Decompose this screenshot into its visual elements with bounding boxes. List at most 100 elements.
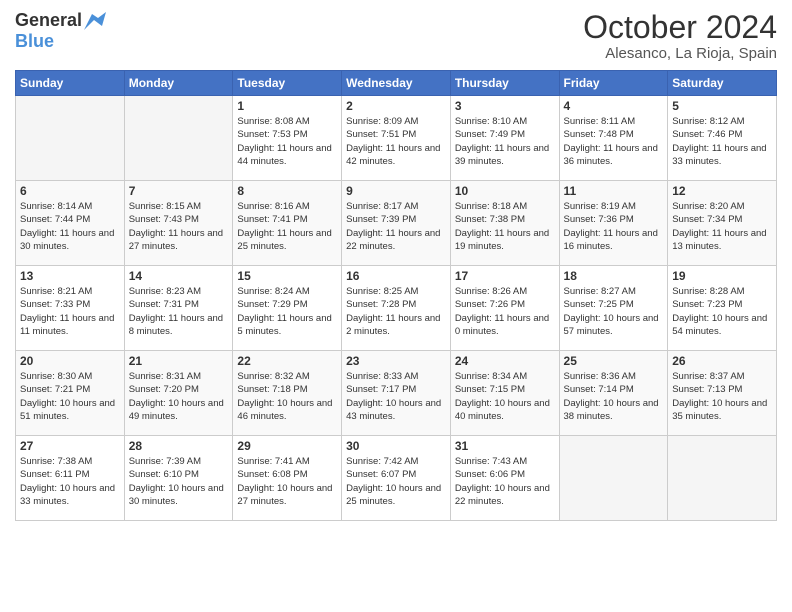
day-info: Sunrise: 8:09 AM Sunset: 7:51 PM Dayligh…	[346, 115, 446, 168]
calendar-cell: 12 Sunrise: 8:20 AM Sunset: 7:34 PM Dayli…	[668, 181, 777, 266]
day-info: Sunrise: 8:30 AM Sunset: 7:21 PM Dayligh…	[20, 370, 120, 423]
day-info: Sunrise: 7:39 AM Sunset: 6:10 PM Dayligh…	[129, 455, 229, 508]
day-number: 20	[20, 354, 120, 368]
calendar-cell: 20 Sunrise: 8:30 AM Sunset: 7:21 PM Dayli…	[16, 351, 125, 436]
col-monday: Monday	[124, 71, 233, 96]
day-info: Sunrise: 7:38 AM Sunset: 6:11 PM Dayligh…	[20, 455, 120, 508]
day-number: 29	[237, 439, 337, 453]
day-info: Sunrise: 8:10 AM Sunset: 7:49 PM Dayligh…	[455, 115, 555, 168]
day-info: Sunrise: 8:19 AM Sunset: 7:36 PM Dayligh…	[564, 200, 664, 253]
day-number: 31	[455, 439, 555, 453]
day-info: Sunrise: 7:43 AM Sunset: 6:06 PM Dayligh…	[455, 455, 555, 508]
day-number: 22	[237, 354, 337, 368]
day-info: Sunrise: 7:42 AM Sunset: 6:07 PM Dayligh…	[346, 455, 446, 508]
calendar-week-5: 27 Sunrise: 7:38 AM Sunset: 6:11 PM Dayli…	[16, 436, 777, 521]
day-number: 1	[237, 99, 337, 113]
calendar-week-1: 1 Sunrise: 8:08 AM Sunset: 7:53 PM Daylig…	[16, 96, 777, 181]
calendar-cell: 16 Sunrise: 8:25 AM Sunset: 7:28 PM Dayli…	[342, 266, 451, 351]
page: General Blue October 2024 Alesanco, La R…	[0, 0, 792, 612]
calendar-cell: 5Sunrise: 8:12 AM Sunset: 7:46 PM Daylig…	[668, 96, 777, 181]
calendar-cell: 21Sunrise: 8:31 AM Sunset: 7:20 PM Dayli…	[124, 351, 233, 436]
day-number: 2	[346, 99, 446, 113]
day-info: Sunrise: 8:12 AM Sunset: 7:46 PM Dayligh…	[672, 115, 772, 168]
calendar-cell: 19 Sunrise: 8:28 AM Sunset: 7:23 PM Dayli…	[668, 266, 777, 351]
logo-bird-icon	[84, 12, 106, 30]
day-number: 26	[672, 354, 772, 368]
title-block: October 2024 Alesanco, La Rioja, Spain	[583, 10, 777, 62]
day-info: Sunrise: 8:23 AM Sunset: 7:31 PM Dayligh…	[129, 285, 229, 338]
day-number: 24	[455, 354, 555, 368]
calendar-cell: 7 Sunrise: 8:15 AM Sunset: 7:43 PM Daylig…	[124, 181, 233, 266]
day-number: 8	[237, 184, 337, 198]
calendar-week-2: 6Sunrise: 8:14 AM Sunset: 7:44 PM Daylig…	[16, 181, 777, 266]
calendar-cell: 13 Sunrise: 8:21 AM Sunset: 7:33 PM Dayli…	[16, 266, 125, 351]
day-number: 3	[455, 99, 555, 113]
day-number: 25	[564, 354, 664, 368]
day-info: Sunrise: 8:17 AM Sunset: 7:39 PM Dayligh…	[346, 200, 446, 253]
day-number: 30	[346, 439, 446, 453]
day-info: Sunrise: 8:31 AM Sunset: 7:20 PM Dayligh…	[129, 370, 229, 423]
calendar-cell: 10Sunrise: 8:18 AM Sunset: 7:38 PM Dayli…	[450, 181, 559, 266]
day-info: Sunrise: 8:15 AM Sunset: 7:43 PM Dayligh…	[129, 200, 229, 253]
header: General Blue October 2024 Alesanco, La R…	[15, 10, 777, 62]
calendar-week-4: 20 Sunrise: 8:30 AM Sunset: 7:21 PM Dayli…	[16, 351, 777, 436]
day-number: 14	[129, 269, 229, 283]
day-info: Sunrise: 8:11 AM Sunset: 7:48 PM Dayligh…	[564, 115, 664, 168]
calendar-cell: 17Sunrise: 8:26 AM Sunset: 7:26 PM Dayli…	[450, 266, 559, 351]
calendar-cell: 29Sunrise: 7:41 AM Sunset: 6:08 PM Dayli…	[233, 436, 342, 521]
col-thursday: Thursday	[450, 71, 559, 96]
day-number: 9	[346, 184, 446, 198]
logo: General Blue	[15, 10, 106, 52]
day-number: 17	[455, 269, 555, 283]
title-month: October 2024	[583, 10, 777, 45]
calendar-cell: 14 Sunrise: 8:23 AM Sunset: 7:31 PM Dayli…	[124, 266, 233, 351]
calendar-cell: 25 Sunrise: 8:36 AM Sunset: 7:14 PM Dayli…	[559, 351, 668, 436]
logo-general-text: General	[15, 10, 82, 31]
day-number: 16	[346, 269, 446, 283]
day-info: Sunrise: 8:18 AM Sunset: 7:38 PM Dayligh…	[455, 200, 555, 253]
calendar-cell: 11 Sunrise: 8:19 AM Sunset: 7:36 PM Dayli…	[559, 181, 668, 266]
calendar-cell: 1 Sunrise: 8:08 AM Sunset: 7:53 PM Daylig…	[233, 96, 342, 181]
calendar-cell: 24 Sunrise: 8:34 AM Sunset: 7:15 PM Dayli…	[450, 351, 559, 436]
day-number: 12	[672, 184, 772, 198]
day-info: Sunrise: 8:16 AM Sunset: 7:41 PM Dayligh…	[237, 200, 337, 253]
day-number: 18	[564, 269, 664, 283]
calendar-cell: 23Sunrise: 8:33 AM Sunset: 7:17 PM Dayli…	[342, 351, 451, 436]
calendar-cell	[668, 436, 777, 521]
calendar-cell: 26 Sunrise: 8:37 AM Sunset: 7:13 PM Dayli…	[668, 351, 777, 436]
logo-blue-text: Blue	[15, 31, 54, 52]
day-info: Sunrise: 8:28 AM Sunset: 7:23 PM Dayligh…	[672, 285, 772, 338]
day-info: Sunrise: 8:14 AM Sunset: 7:44 PM Dayligh…	[20, 200, 120, 253]
calendar-cell: 8 Sunrise: 8:16 AM Sunset: 7:41 PM Daylig…	[233, 181, 342, 266]
calendar-week-3: 13 Sunrise: 8:21 AM Sunset: 7:33 PM Dayli…	[16, 266, 777, 351]
day-info: Sunrise: 8:21 AM Sunset: 7:33 PM Dayligh…	[20, 285, 120, 338]
day-info: Sunrise: 8:24 AM Sunset: 7:29 PM Dayligh…	[237, 285, 337, 338]
calendar-cell	[124, 96, 233, 181]
day-info: Sunrise: 8:37 AM Sunset: 7:13 PM Dayligh…	[672, 370, 772, 423]
calendar-cell: 3 Sunrise: 8:10 AM Sunset: 7:49 PM Daylig…	[450, 96, 559, 181]
calendar-cell: 6Sunrise: 8:14 AM Sunset: 7:44 PM Daylig…	[16, 181, 125, 266]
day-info: Sunrise: 8:27 AM Sunset: 7:25 PM Dayligh…	[564, 285, 664, 338]
day-number: 4	[564, 99, 664, 113]
day-info: Sunrise: 8:08 AM Sunset: 7:53 PM Dayligh…	[237, 115, 337, 168]
calendar-cell	[16, 96, 125, 181]
day-number: 13	[20, 269, 120, 283]
day-info: Sunrise: 8:36 AM Sunset: 7:14 PM Dayligh…	[564, 370, 664, 423]
col-saturday: Saturday	[668, 71, 777, 96]
day-info: Sunrise: 8:25 AM Sunset: 7:28 PM Dayligh…	[346, 285, 446, 338]
calendar-cell: 31 Sunrise: 7:43 AM Sunset: 6:06 PM Dayli…	[450, 436, 559, 521]
day-info: Sunrise: 8:20 AM Sunset: 7:34 PM Dayligh…	[672, 200, 772, 253]
day-info: Sunrise: 8:34 AM Sunset: 7:15 PM Dayligh…	[455, 370, 555, 423]
day-info: Sunrise: 8:33 AM Sunset: 7:17 PM Dayligh…	[346, 370, 446, 423]
calendar-cell: 9 Sunrise: 8:17 AM Sunset: 7:39 PM Daylig…	[342, 181, 451, 266]
col-wednesday: Wednesday	[342, 71, 451, 96]
header-row: Sunday Monday Tuesday Wednesday Thursday…	[16, 71, 777, 96]
calendar-cell: 4 Sunrise: 8:11 AM Sunset: 7:48 PM Daylig…	[559, 96, 668, 181]
day-number: 19	[672, 269, 772, 283]
calendar-table: Sunday Monday Tuesday Wednesday Thursday…	[15, 70, 777, 521]
day-number: 7	[129, 184, 229, 198]
day-number: 27	[20, 439, 120, 453]
calendar-cell: 22 Sunrise: 8:32 AM Sunset: 7:18 PM Dayli…	[233, 351, 342, 436]
day-number: 11	[564, 184, 664, 198]
day-info: Sunrise: 8:32 AM Sunset: 7:18 PM Dayligh…	[237, 370, 337, 423]
